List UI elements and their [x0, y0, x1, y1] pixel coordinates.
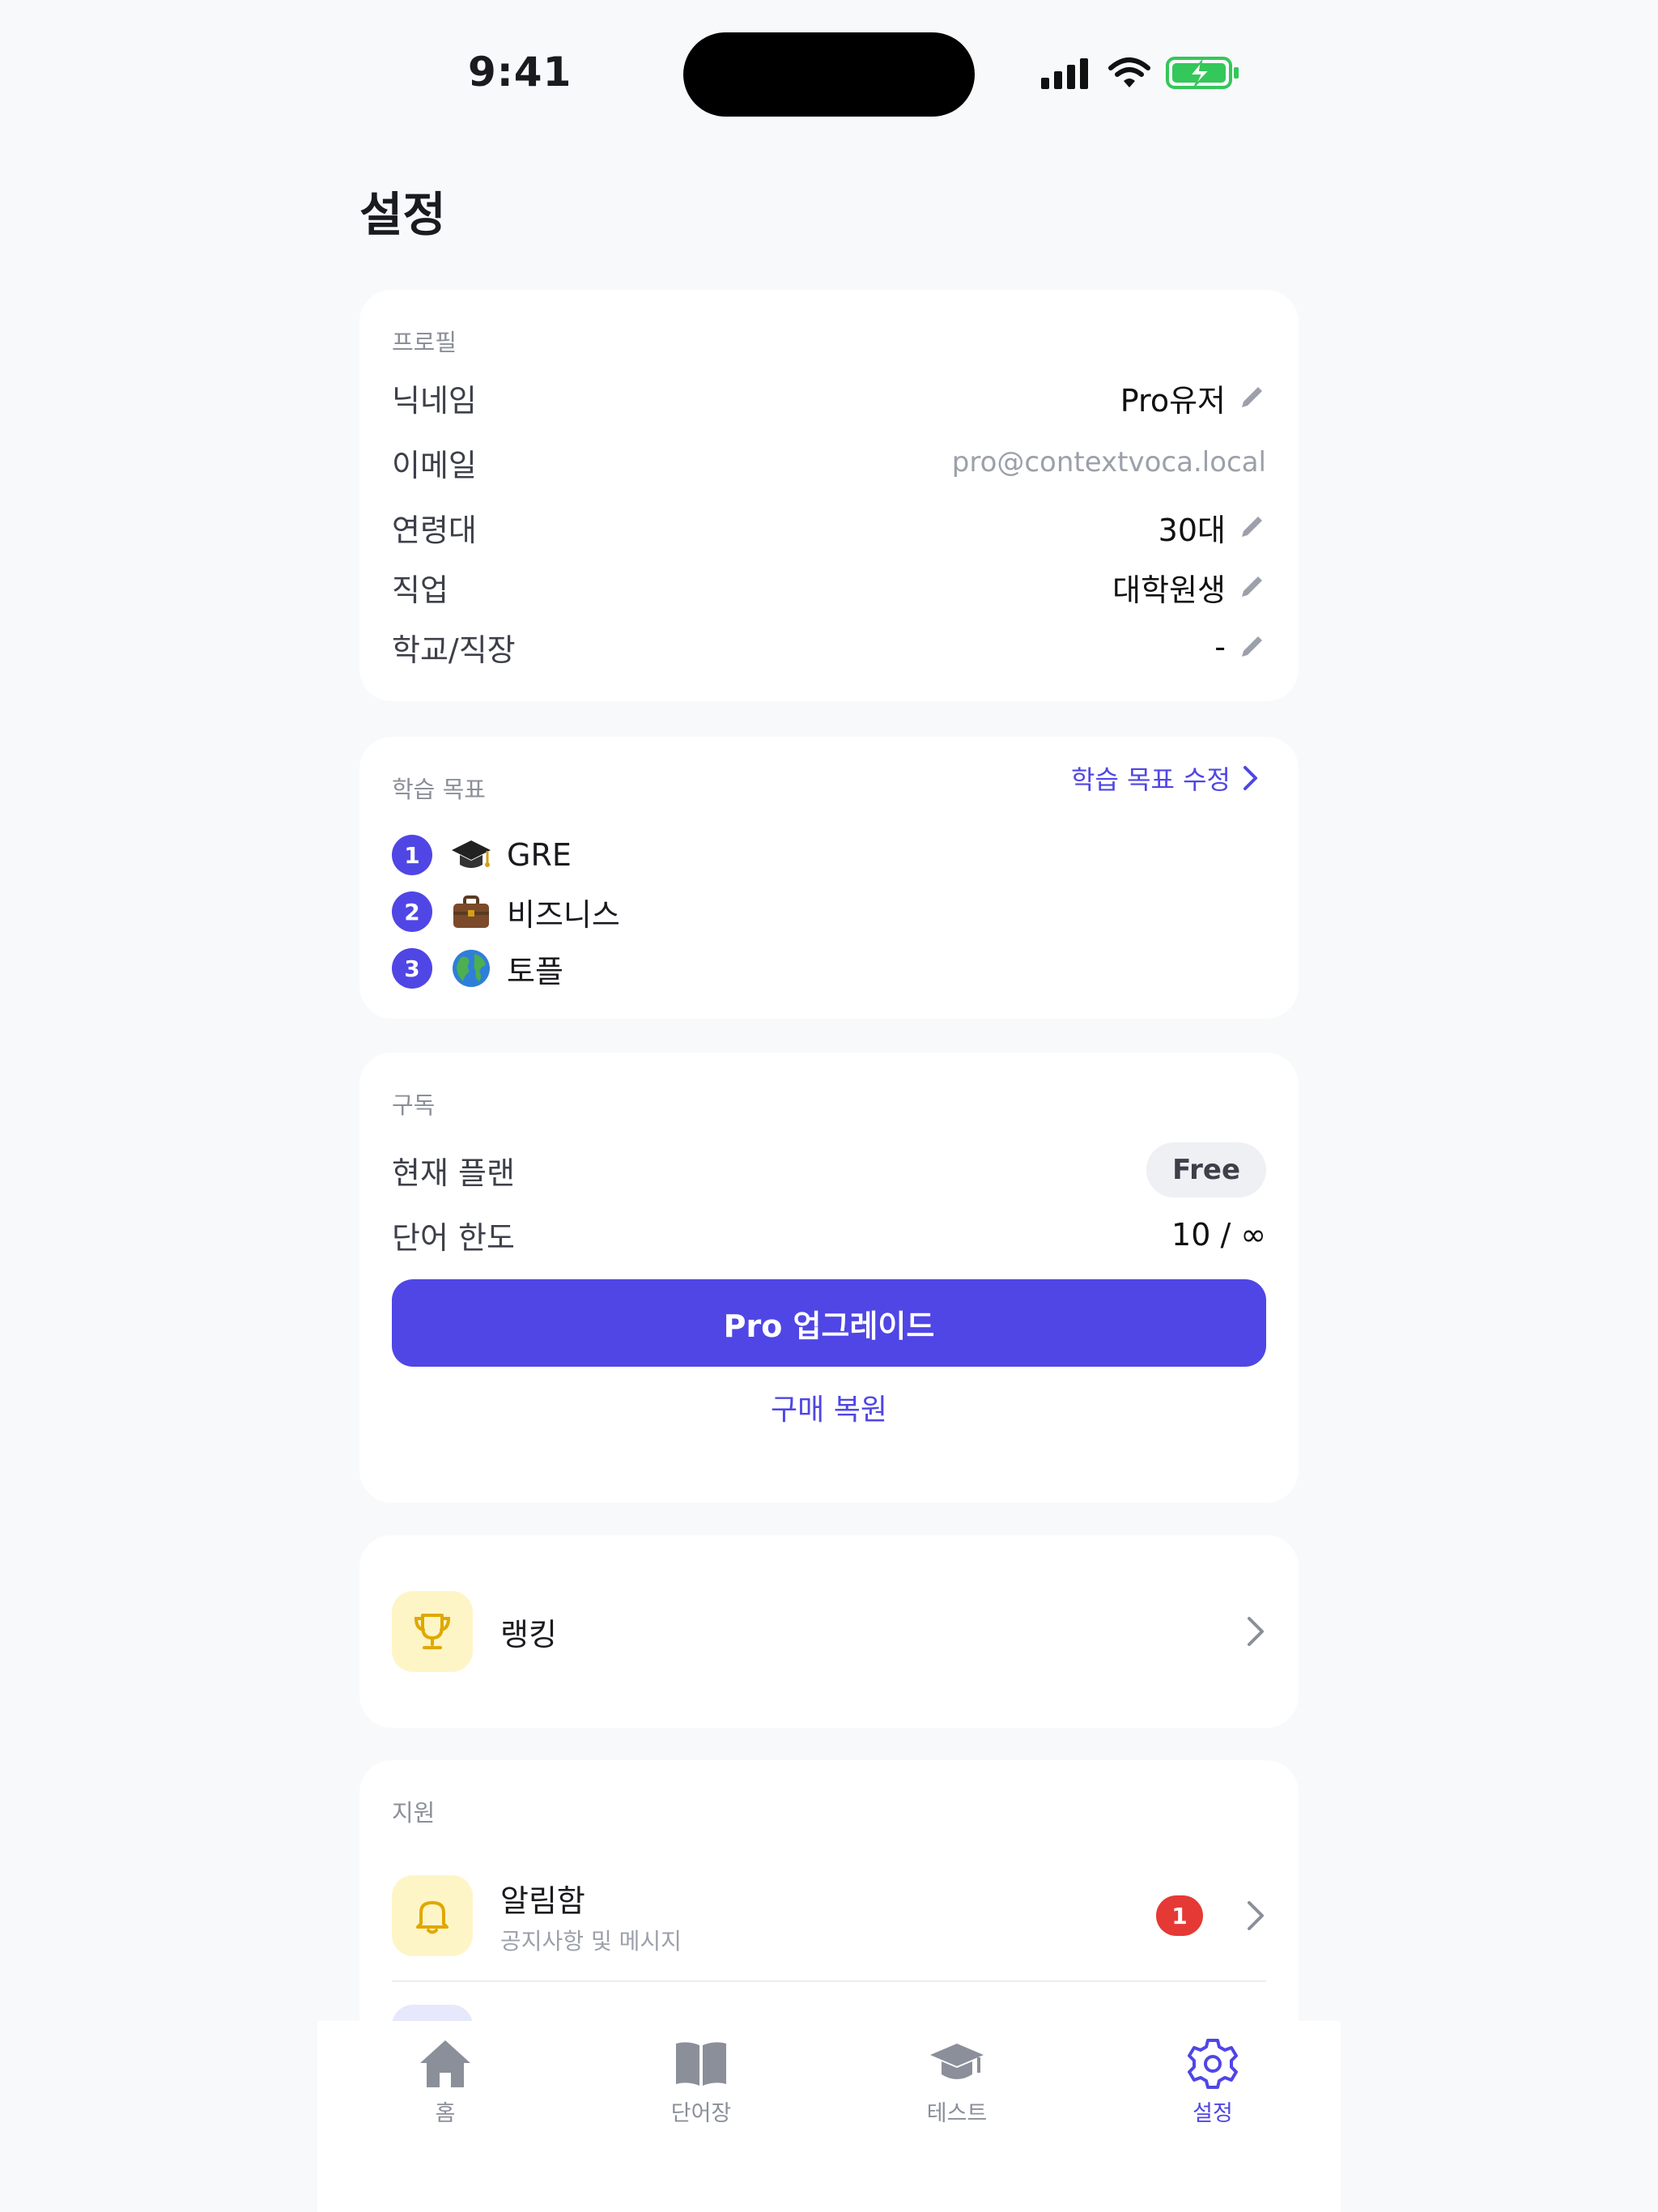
profile-row-occupation[interactable]: 직업 대학원생 [392, 559, 1266, 615]
pencil-icon[interactable] [1237, 383, 1266, 412]
status-time: 9:41 [468, 49, 572, 96]
trophy-icon [414, 1614, 451, 1649]
ranking-label: 랭킹 [500, 1616, 557, 1653]
occupation-label: 직업 [392, 572, 449, 608]
tab-test[interactable]: 테스트 [876, 2037, 1038, 2127]
nickname-value: Pro유저 [1120, 382, 1226, 419]
gear-icon [1188, 2039, 1238, 2089]
section-label-support: 지원 [392, 1799, 436, 1827]
status-icons [1041, 55, 1240, 91]
ranking-card[interactable]: 랭킹 [359, 1535, 1299, 1728]
goal-label: 토플 [507, 953, 563, 989]
email-label: 이메일 [392, 447, 477, 483]
status-bar: 9:41 [317, 0, 1341, 146]
goal-item: 1 GRE [392, 829, 572, 881]
word-limit-label: 단어 한도 [392, 1219, 515, 1256]
chevron-right-icon [1248, 1617, 1264, 1646]
section-label-profile: 프로필 [392, 329, 457, 356]
tab-wordbook[interactable]: 단어장 [620, 2037, 782, 2127]
notifications-subtitle: 공지사항 및 메시지 [500, 1927, 682, 1955]
bell-icon [416, 1901, 449, 1934]
notifications-title: 알림함 [500, 1882, 585, 1919]
subscription-card: 구독 현재 플랜 Free 단어 한도 10 / ∞ Pro 업그레이드 구매 … [359, 1053, 1299, 1503]
pencil-icon[interactable] [1237, 572, 1266, 602]
profile-row-nickname[interactable]: 닉네임 Pro유저 [392, 369, 1266, 426]
goal-rank-badge: 1 [392, 835, 432, 875]
page-title: 설정 [359, 187, 446, 242]
word-limit-value: 10 / ∞ [1171, 1217, 1266, 1253]
plan-badge: Free [1146, 1142, 1266, 1197]
goal-label: 비즈니스 [507, 896, 620, 933]
word-limit-row: 단어 한도 10 / ∞ [392, 1206, 1266, 1263]
email-value: pro@contextvoca.local [951, 446, 1266, 479]
profile-row-school[interactable]: 학교/직장 - [392, 619, 1266, 675]
plan-row: 현재 플랜 Free [392, 1142, 1266, 1198]
tab-label: 테스트 [926, 2101, 988, 2126]
tab-label: 단어장 [670, 2101, 732, 2126]
nickname-label: 닉네임 [392, 382, 477, 419]
chevron-right-icon [1248, 1901, 1264, 1930]
wifi-icon [1108, 57, 1150, 87]
support-card: 지원 알림함 공지사항 및 메시지 1 [359, 1760, 1299, 2086]
age-value: 30대 [1158, 512, 1226, 548]
goal-rank-badge: 2 [392, 891, 432, 932]
graduation-cap-icon [930, 2044, 984, 2079]
tab-label: 설정 [1192, 2101, 1233, 2126]
school-value: - [1214, 629, 1226, 665]
profile-row-email: 이메일 pro@contextvoca.local [392, 434, 1266, 491]
goals-card: 학습 목표 학습 목표 수정 1 GRE 2 비즈니스 3 토플 [359, 737, 1299, 1019]
section-label-goals: 학습 목표 [392, 776, 486, 803]
section-label-subscription: 구독 [392, 1091, 436, 1119]
chevron-right-icon [1244, 766, 1257, 790]
ranking-icon-tile [392, 1591, 473, 1672]
occupation-value: 대학원생 [1112, 572, 1226, 608]
pencil-icon[interactable] [1237, 513, 1266, 542]
globe-icon [450, 947, 492, 989]
row-divider [392, 1980, 1266, 1982]
tab-settings[interactable]: 설정 [1132, 2037, 1294, 2127]
notifications-icon-tile [392, 1875, 473, 1956]
pro-upgrade-button[interactable]: Pro 업그레이드 [392, 1279, 1266, 1367]
tab-label: 홈 [435, 2101, 456, 2126]
goal-item: 2 비즈니스 [392, 886, 620, 938]
ranking-row[interactable]: 랭킹 [392, 1591, 1266, 1672]
graduation-cap-icon [450, 834, 492, 876]
tab-home[interactable]: 홈 [364, 2037, 526, 2127]
school-label: 학교/직장 [392, 632, 516, 668]
restore-purchase-link[interactable]: 구매 복원 [359, 1386, 1299, 1428]
goal-item: 3 토플 [392, 942, 563, 994]
pencil-icon[interactable] [1237, 632, 1266, 661]
home-icon [420, 2040, 470, 2087]
profile-card: 프로필 닉네임 Pro유저 이메일 pro@contextvoca.local … [359, 290, 1299, 701]
goal-rank-badge: 3 [392, 948, 432, 989]
edit-goals-link[interactable]: 학습 목표 수정 [1071, 759, 1260, 797]
notification-count-badge: 1 [1156, 1895, 1203, 1936]
dynamic-island [683, 32, 975, 117]
briefcase-icon [450, 891, 492, 933]
battery-charging-icon [1166, 57, 1239, 89]
edit-goals-label: 학습 목표 수정 [1071, 764, 1231, 795]
goal-label: GRE [507, 837, 572, 873]
age-label: 연령대 [392, 512, 477, 548]
notifications-row[interactable]: 알림함 공지사항 및 메시지 1 [392, 1875, 1266, 1956]
signal-icon [1041, 58, 1088, 89]
book-icon [676, 2042, 726, 2086]
tab-bar: 홈 단어장 테스트 설정 [317, 2021, 1341, 2212]
plan-label: 현재 플랜 [392, 1155, 515, 1191]
profile-row-age[interactable]: 연령대 30대 [392, 499, 1266, 555]
